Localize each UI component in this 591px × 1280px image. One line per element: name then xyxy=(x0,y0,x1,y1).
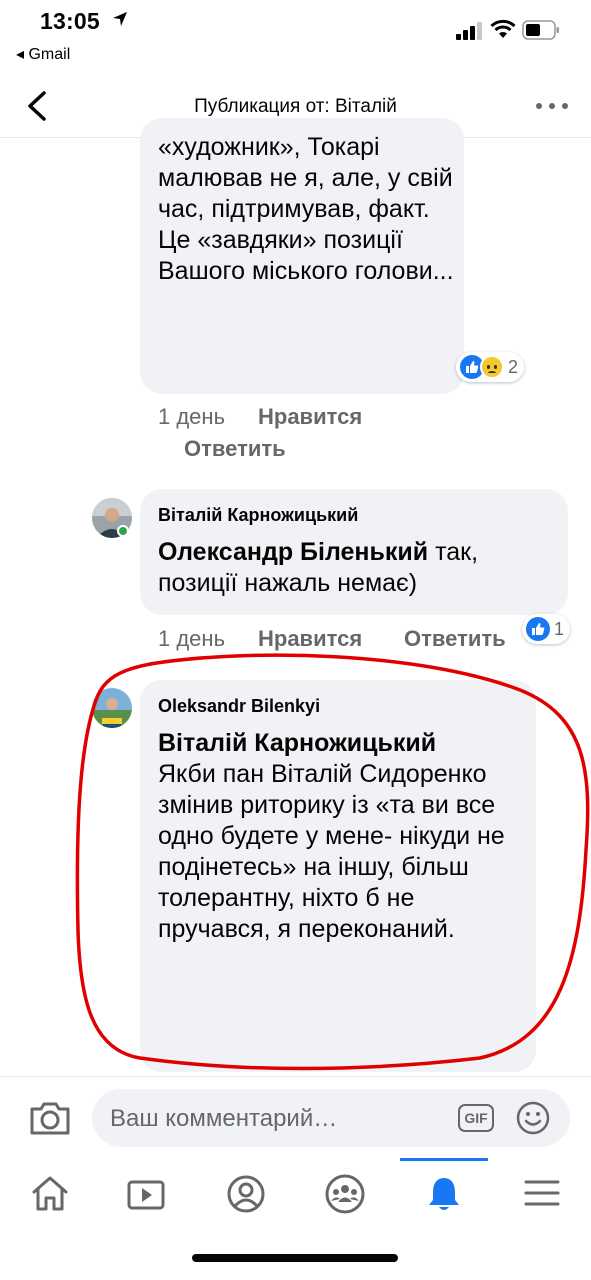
comment-text: Якби пан Віталій Сидоренко змінив ритори… xyxy=(158,760,505,943)
comment-input[interactable]: Ваш комментарий… GIF xyxy=(92,1089,570,1147)
battery-icon xyxy=(522,20,560,40)
emoji-icon[interactable] xyxy=(516,1101,550,1135)
tab-home[interactable] xyxy=(10,1164,90,1224)
comment-text: «художник», Токарі малював не я, але, у … xyxy=(158,133,454,285)
home-indicator xyxy=(192,1254,398,1262)
like-button[interactable]: Нравится xyxy=(258,404,362,430)
cellular-signal-icon xyxy=(456,22,482,40)
avatar[interactable] xyxy=(92,688,132,728)
like-button[interactable]: Нравится xyxy=(258,626,362,652)
page-title: Публикация от: Віталій xyxy=(194,96,397,117)
online-status-dot xyxy=(117,525,129,537)
tab-menu[interactable] xyxy=(502,1164,582,1224)
comment-author[interactable]: Oleksandr Bilenkyi xyxy=(158,696,320,717)
comment-time: 1 день xyxy=(158,626,226,651)
tab-notifications[interactable] xyxy=(404,1164,484,1224)
mention-link[interactable]: Олександр Біленький xyxy=(158,538,428,566)
tab-watch[interactable] xyxy=(106,1164,186,1224)
comment-body: Віталій Карножицький Якби пан Віталій Сид… xyxy=(158,728,528,945)
reply-button[interactable]: Ответить xyxy=(184,436,286,462)
groups-icon xyxy=(325,1174,365,1214)
comment-bubble: «художник», Токарі малював не я, але, у … xyxy=(140,118,464,394)
like-reaction-icon xyxy=(526,617,550,641)
comment-author[interactable]: Віталій Карножицький xyxy=(158,505,358,526)
tab-groups[interactable] xyxy=(304,1164,384,1224)
home-icon xyxy=(32,1176,68,1211)
more-options-icon[interactable] xyxy=(536,100,570,112)
page: { "status_bar": { "time": "13:05", "back… xyxy=(0,0,591,1280)
reactions-count: 2 xyxy=(508,356,519,377)
status-time: 13:05 xyxy=(40,8,100,34)
sad-reaction-icon xyxy=(480,355,504,379)
location-arrow-icon xyxy=(112,11,128,32)
video-icon xyxy=(127,1180,165,1210)
comment-bubble: Oleksandr Bilenkyi Віталій Карножицький Я… xyxy=(140,680,536,1072)
reactions-count: 1 xyxy=(554,618,565,639)
comment-body: Олександр Біленький так, позиції нажаль … xyxy=(158,537,558,599)
profile-icon xyxy=(227,1175,265,1213)
back-to-app-link[interactable]: ◂ Gmail xyxy=(16,44,70,64)
status-bar: 13:05 ◂ Gmail xyxy=(0,0,591,70)
camera-icon[interactable] xyxy=(28,1097,72,1137)
mention-link[interactable]: Віталій Карножицький xyxy=(158,728,528,759)
active-tab-indicator xyxy=(400,1158,488,1161)
tab-profile[interactable] xyxy=(206,1164,286,1224)
reactions-summary[interactable]: 1 xyxy=(522,614,571,644)
comment-time: 1 день xyxy=(158,404,226,429)
wifi-icon xyxy=(490,18,516,40)
comment-composer: Ваш комментарий… GIF xyxy=(0,1076,591,1158)
notifications-icon xyxy=(429,1178,459,1210)
reactions-summary[interactable]: 2 xyxy=(456,352,525,382)
gif-button[interactable]: GIF xyxy=(458,1104,494,1132)
comment-bubble: Віталій Карножицький Олександр Біленький… xyxy=(140,489,568,615)
menu-icon xyxy=(524,1180,560,1206)
reply-button[interactable]: Ответить xyxy=(404,626,506,652)
comment-input-placeholder: Ваш комментарий… xyxy=(110,1105,338,1132)
